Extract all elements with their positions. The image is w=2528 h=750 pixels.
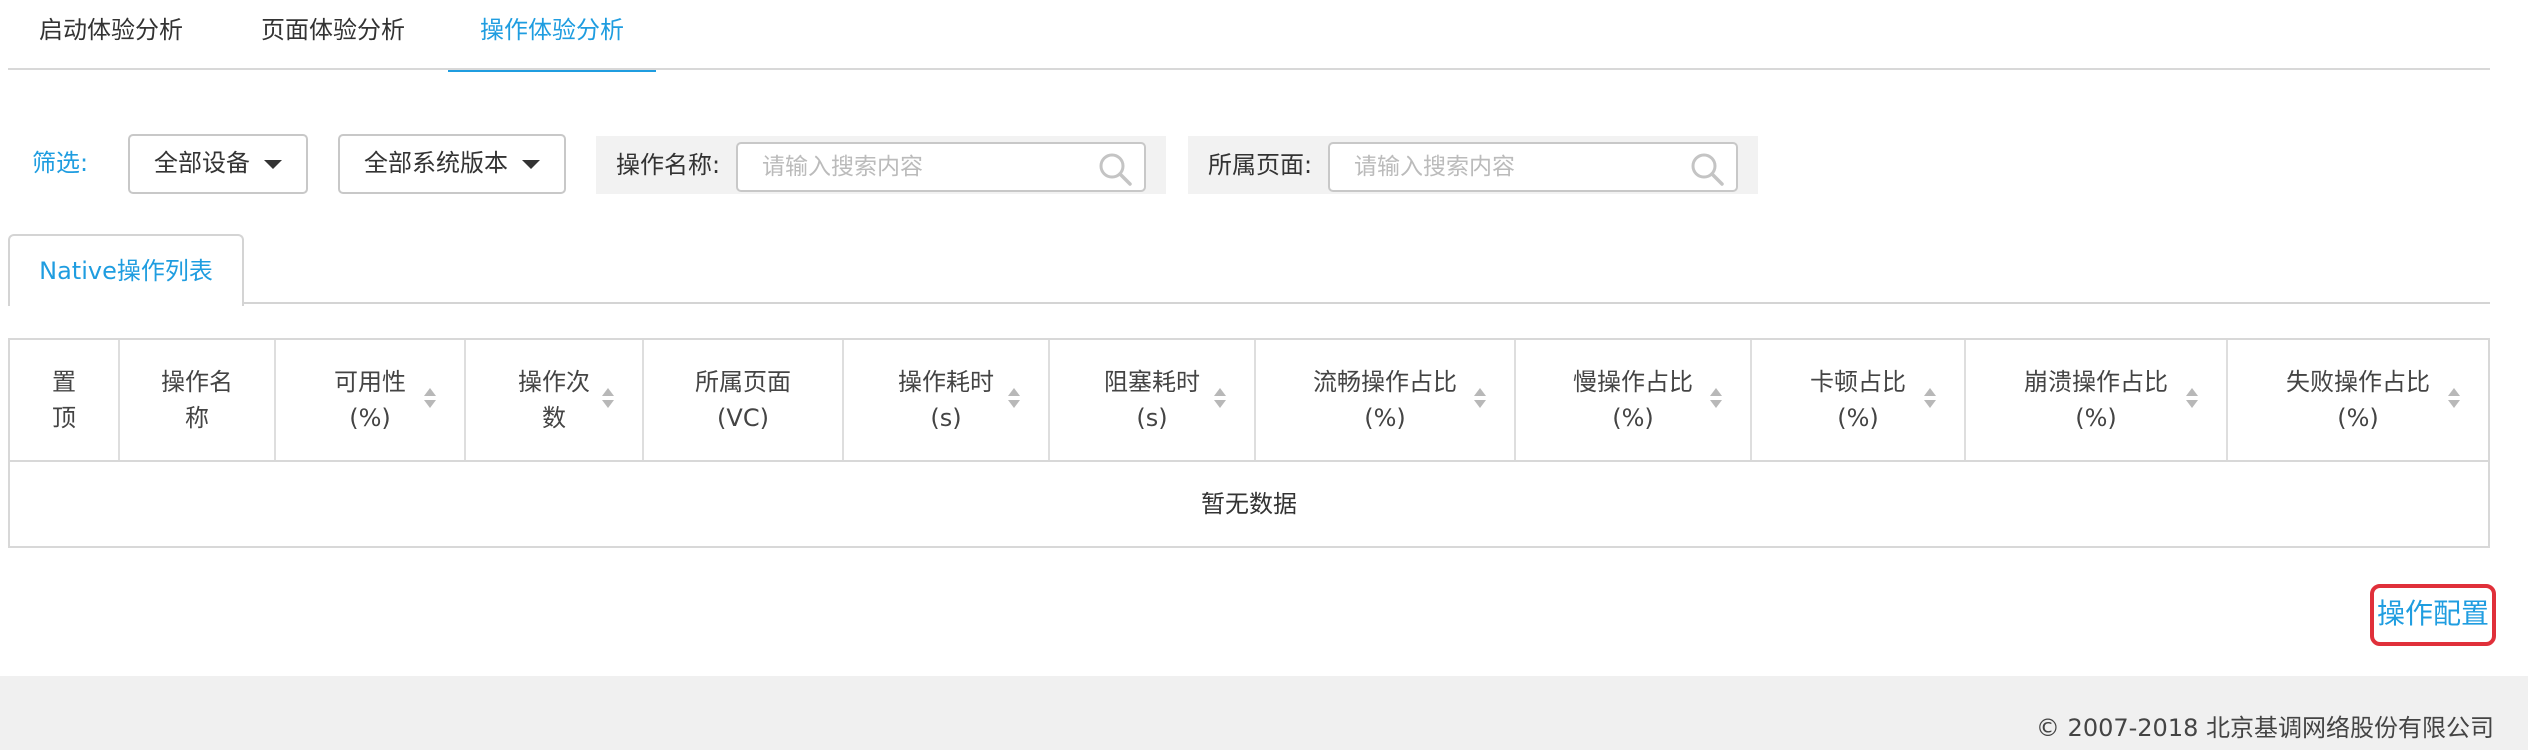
search-icon[interactable] <box>1098 152 1132 186</box>
sort-icon[interactable] <box>424 388 436 410</box>
tab-operation-experience[interactable]: 操作体验分析 <box>448 0 656 72</box>
tab-native-operation-list[interactable]: Native操作列表 <box>8 234 244 306</box>
sort-icon[interactable] <box>1214 388 1226 410</box>
column-header-smooth-ratio: 流畅操作占比 (%) <box>1256 340 1516 460</box>
column-header-lag-ratio: 卡顿占比 (%) <box>1752 340 1966 460</box>
page-name-filter: 所属页面: 请输入搜索内容 <box>1188 136 1758 194</box>
column-header-blocking-duration: 阻塞耗时 (s) <box>1050 340 1256 460</box>
sub-tabs-divider <box>244 302 2490 304</box>
column-header-text: 阻塞耗时 <box>1104 368 1200 396</box>
column-header-text: (%) <box>1837 404 1879 432</box>
column-header-operation-count: 操作次数 <box>466 340 644 460</box>
operation-name-filter: 操作名称: 请输入搜索内容 <box>596 136 1166 194</box>
column-header-text: 慢操作占比 <box>1573 368 1693 396</box>
tabs-divider <box>8 68 2490 70</box>
column-header-text: 操作名 <box>161 368 233 396</box>
column-header-text: (%) <box>2075 404 2117 432</box>
operation-table: 置顶 操作名称 可用性 (%) 操作次数 所属页面 (VC) 操作耗时 (s) 阻塞耗… <box>8 338 2490 548</box>
column-header-text: (%) <box>2337 404 2379 432</box>
page-name-search-input[interactable]: 请输入搜索内容 <box>1328 142 1738 192</box>
column-header-text: 操作耗时 <box>898 368 994 396</box>
page-name-label: 所属页面: <box>1208 151 1313 179</box>
sort-icon[interactable] <box>2448 388 2460 410</box>
column-header-page: 所属页面 (VC) <box>644 340 844 460</box>
operation-config-button[interactable]: 操作配置 <box>2370 584 2496 646</box>
column-header-text: 置 <box>52 368 76 396</box>
column-header-availability: 可用性 (%) <box>276 340 466 460</box>
column-header-text: (%) <box>1364 404 1406 432</box>
column-header-text: 卡顿占比 <box>1810 368 1906 396</box>
copyright-text: © 2007-2018 北京基调网络股份有限公司 <box>2035 714 2494 742</box>
filter-label: 筛选: <box>32 149 89 177</box>
column-header-operation-duration: 操作耗时 (s) <box>844 340 1050 460</box>
sort-icon[interactable] <box>1710 388 1722 410</box>
column-header-text: (%) <box>1612 404 1654 432</box>
sort-icon[interactable] <box>1474 388 1486 410</box>
page-name-placeholder: 请输入搜索内容 <box>1354 154 1515 180</box>
column-header-text: (s) <box>1136 404 1168 432</box>
column-header-text: 失败操作占比 <box>2286 368 2430 396</box>
caret-down-icon <box>522 160 540 169</box>
column-header-text: 所属页面 <box>695 368 791 396</box>
search-icon[interactable] <box>1690 152 1724 186</box>
column-header-pin: 置顶 <box>10 340 120 460</box>
operation-name-placeholder: 请输入搜索内容 <box>762 154 923 180</box>
column-header-text: 数 <box>542 404 566 432</box>
tab-page-experience[interactable]: 页面体验分析 <box>258 0 408 68</box>
device-dropdown[interactable]: 全部设备 <box>128 134 308 194</box>
tab-launch-experience[interactable]: 启动体验分析 <box>36 0 186 68</box>
column-header-operation-name: 操作名称 <box>120 340 276 460</box>
sort-icon[interactable] <box>1008 388 1020 410</box>
column-header-fail-ratio: 失败操作占比 (%) <box>2228 340 2488 460</box>
column-header-text: 顶 <box>52 404 76 432</box>
column-header-text: 称 <box>185 404 209 432</box>
column-header-text: 崩溃操作占比 <box>2024 368 2168 396</box>
column-header-text: (%) <box>349 404 391 432</box>
caret-down-icon <box>264 160 282 169</box>
column-header-crash-ratio: 崩溃操作占比 (%) <box>1966 340 2228 460</box>
footer: © 2007-2018 北京基调网络股份有限公司 <box>0 676 2528 750</box>
os-version-dropdown-value: 全部系统版本 <box>364 149 508 177</box>
operation-name-search-input[interactable]: 请输入搜索内容 <box>736 142 1146 192</box>
sort-icon[interactable] <box>602 388 614 410</box>
sort-icon[interactable] <box>1924 388 1936 410</box>
sort-icon[interactable] <box>2186 388 2198 410</box>
operation-name-label: 操作名称: <box>616 151 721 179</box>
column-header-text: (s) <box>930 404 962 432</box>
column-header-text: 操作次 <box>518 368 590 396</box>
os-version-dropdown[interactable]: 全部系统版本 <box>338 134 566 194</box>
column-header-slow-ratio: 慢操作占比 (%) <box>1516 340 1752 460</box>
column-header-text: 可用性 <box>334 368 406 396</box>
device-dropdown-value: 全部设备 <box>154 149 250 177</box>
column-header-text: (VC) <box>717 404 769 432</box>
column-header-text: 流畅操作占比 <box>1313 368 1457 396</box>
empty-state-text: 暂无数据 <box>1201 490 1297 518</box>
